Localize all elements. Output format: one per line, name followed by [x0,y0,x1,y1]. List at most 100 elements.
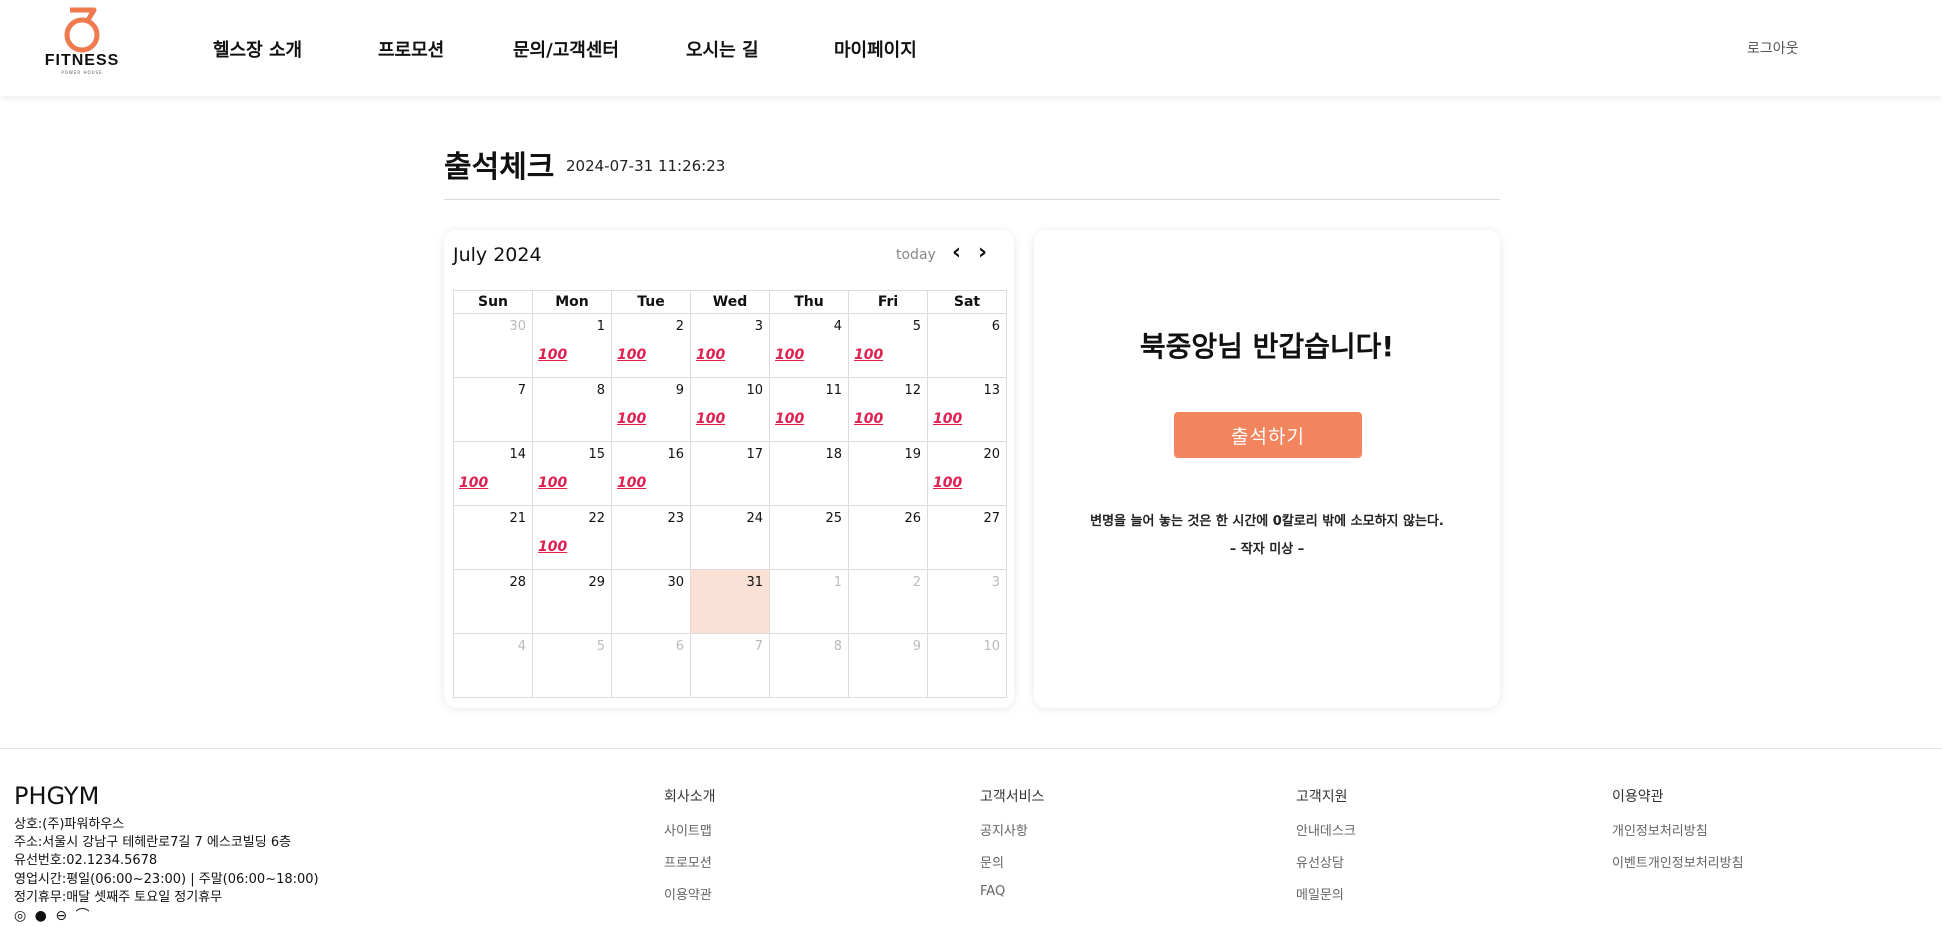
footer-company-name: 상호:(주)파워하우스 [14,817,125,832]
calendar-day-cell[interactable]: 6 [611,633,691,698]
calendar-day-cell[interactable]: 3 [927,569,1007,634]
day-number: 10 [746,383,763,398]
calendar-day-cell[interactable]: 24 [690,505,770,570]
bird-icon[interactable]: ⌒ [76,908,90,924]
footer-divider [0,748,1942,749]
day-number: 23 [667,511,684,526]
site-header: FITNESS POWER HOUSE 헬스장 소개 프로모션 문의/고객센터 … [0,0,1942,96]
calendar-day-cell[interactable]: 14 100 [453,441,533,506]
calendar-day-cell[interactable]: 4 [453,633,533,698]
footer-link-notice[interactable]: 공지사항 [980,820,1044,839]
day-number: 12 [904,383,921,398]
nav-promotion[interactable]: 프로모션 [378,36,444,62]
quote-author: – 작자 미상 – [1229,542,1305,557]
hundred-points-icon: 100 [459,475,489,491]
calendar-day-cell[interactable]: 7 [453,377,533,442]
logout-link[interactable]: 로그아웃 [1747,38,1799,58]
calendar-day-cell[interactable]: 3 100 [690,313,770,378]
calendar-day-cell[interactable]: 7 [690,633,770,698]
nav-mypage[interactable]: 마이페이지 [834,36,917,62]
calendar-day-cell[interactable]: 22 100 [532,505,612,570]
calendar-day-cell[interactable]: 10 [927,633,1007,698]
calendar-next-icon[interactable]: › [978,240,987,265]
calendar-day-cell[interactable]: 29 [532,569,612,634]
calendar-day-cell[interactable]: 25 [769,505,849,570]
calendar-week-row: 7 8 9 100 10 100 11 100 12 100 13 100 [453,377,1007,442]
day-number: 27 [983,511,1000,526]
nav-gym-intro[interactable]: 헬스장 소개 [213,36,302,62]
footer-link-promotion[interactable]: 프로모션 [664,852,716,871]
calendar-day-cell[interactable]: 26 [848,505,928,570]
calendar-day-cell[interactable]: 2 100 [611,313,691,378]
calendar-day-cell[interactable]: 18 [769,441,849,506]
nav-customer-center[interactable]: 문의/고객센터 [513,36,619,62]
footer-col-company: 회사소개 사이트맵 프로모션 이용약관 [664,786,716,916]
calendar-today-button[interactable]: today [896,247,936,263]
calendar-month-label: July 2024 [453,244,542,266]
calendar-day-cell[interactable]: 27 [927,505,1007,570]
instagram-icon[interactable]: ◎ [14,908,26,924]
hundred-points-icon: 100 [617,411,647,427]
car-icon[interactable]: ⊖ [55,908,67,924]
calendar-day-cell[interactable]: 2 [848,569,928,634]
footer-link-faq[interactable]: FAQ [980,884,1044,899]
footer-col-service: 고객서비스 공지사항 문의 FAQ [980,786,1044,912]
calendar-day-cell[interactable]: 1 [769,569,849,634]
footer-phone: 유선번호:02.1234.5678 [14,853,158,868]
calendar-day-cell[interactable]: 5 [532,633,612,698]
footer-col-title: 고객지원 [1296,789,1348,805]
calendar-day-cell[interactable]: 9 [848,633,928,698]
day-number: 8 [833,639,842,654]
calendar-day-cell[interactable]: 21 [453,505,533,570]
calendar-day-cell[interactable]: 19 [848,441,928,506]
page-title: 출석체크 [444,150,555,185]
calendar-day-cell[interactable]: 4 100 [769,313,849,378]
calendar-day-cell[interactable]: 30 [611,569,691,634]
github-icon[interactable]: ● [35,908,47,924]
hundred-points-icon: 100 [538,475,568,491]
calendar-day-cell[interactable]: 13 100 [927,377,1007,442]
attendance-check-button[interactable]: 출석하기 [1174,412,1362,458]
hundred-points-icon: 100 [617,475,647,491]
footer-link-mail-inquiry[interactable]: 메일문의 [1296,884,1356,903]
calendar-prev-icon[interactable]: ‹ [952,240,961,265]
footer-link-privacy[interactable]: 개인정보처리방침 [1612,820,1744,839]
calendar-day-cell[interactable]: 15 100 [532,441,612,506]
title-divider [444,199,1500,200]
footer-link-event-privacy[interactable]: 이벤트개인정보처리방침 [1612,852,1744,871]
day-number: 26 [904,511,921,526]
footer-link-inquiry[interactable]: 문의 [980,852,1044,871]
greeting-title: 북중앙님 반갑습니다! [1139,330,1395,363]
calendar-day-cell[interactable]: 20 100 [927,441,1007,506]
calendar-day-cell[interactable]: 5 100 [848,313,928,378]
calendar-day-cell[interactable]: 30 [453,313,533,378]
calendar-day-cell[interactable]: 8 [532,377,612,442]
calendar-day-cell[interactable]: 6 [927,313,1007,378]
weekday-wed: Wed [690,290,770,314]
footer-link-sitemap[interactable]: 사이트맵 [664,820,716,839]
fitness-logo[interactable]: FITNESS POWER HOUSE [36,4,128,90]
footer-link-phone-consult[interactable]: 유선상담 [1296,852,1356,871]
calendar-day-cell[interactable]: 16 100 [611,441,691,506]
calendar-day-cell[interactable]: 8 [769,633,849,698]
greeting-card: 북중앙님 반갑습니다! 출석하기 변명을 늘어 놓는 것은 한 시간에 0칼로리… [1034,230,1500,708]
nav-directions[interactable]: 오시는 길 [686,36,759,62]
calendar-day-cell[interactable]: 23 [611,505,691,570]
day-number: 6 [991,319,1000,334]
day-number: 25 [825,511,842,526]
footer-link-info-desk[interactable]: 안내데스크 [1296,820,1356,839]
calendar-day-cell[interactable]: 1 100 [532,313,612,378]
calendar-day-cell[interactable]: 10 100 [690,377,770,442]
hundred-points-icon: 100 [854,411,884,427]
day-number: 24 [746,511,763,526]
calendar-day-cell[interactable]: 28 [453,569,533,634]
calendar-day-cell[interactable]: 9 100 [611,377,691,442]
day-number: 9 [912,639,921,654]
calendar-day-cell[interactable]: 17 [690,441,770,506]
calendar-day-cell[interactable]: 12 100 [848,377,928,442]
calendar-day-cell[interactable]: 11 100 [769,377,849,442]
footer-link-terms[interactable]: 이용약관 [664,884,716,903]
day-number: 9 [675,383,684,398]
calendar-card: July 2024 today ‹ › Sun Mon Tue Wed Thu … [444,230,1014,708]
calendar-day-cell-today[interactable]: 31 [690,569,770,634]
